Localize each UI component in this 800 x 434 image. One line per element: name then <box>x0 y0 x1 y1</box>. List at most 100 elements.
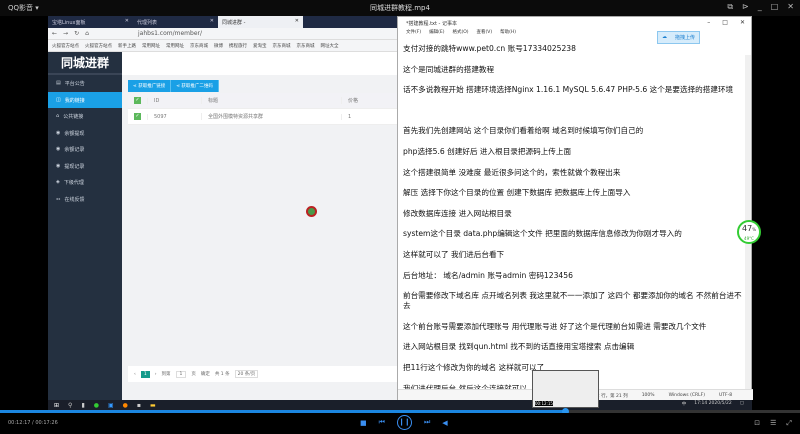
bookmark[interactable]: 网址大全 <box>321 43 339 49</box>
tab-agents[interactable]: 代理列表 ✕ <box>133 16 218 28</box>
menu-view[interactable]: 查看(V) <box>477 29 493 35</box>
pin-icon[interactable]: ⊳ <box>742 2 749 12</box>
sidebar-item-label: 公共链接 <box>63 114 84 120</box>
bookmark[interactable]: 新手上路 <box>118 43 136 49</box>
screenshot-icon[interactable]: ⧉ <box>727 2 733 12</box>
bookmark[interactable]: 京东商城 <box>273 43 291 49</box>
bookmarks-bar: 火狐官方站点 火狐官方站点 新手上路 常用网址 常用网址 京东商城 微博 携程旅行 爱淘宝 京东商… <box>48 40 400 52</box>
sidebar-item-withdraw-log[interactable]: ◉ 提现记录 <box>48 158 122 175</box>
bookmark[interactable]: 京东商城 <box>190 43 208 49</box>
previous-icon[interactable]: ⏮ <box>379 418 385 427</box>
home-icon[interactable]: ⌂ <box>85 30 89 37</box>
bookmark[interactable]: 微博 <box>214 43 223 49</box>
tab-site[interactable]: 同城进群 - ✕ <box>218 16 303 28</box>
menu-edit[interactable]: 编辑(E) <box>429 29 444 35</box>
maximize-icon[interactable]: □ <box>722 19 728 26</box>
zoom-level: 100% <box>641 393 655 398</box>
notepad-window: *搭建教程.txt - 记事本 – □ ✕ 文件(F) 编辑(E) 格式(O) 查看(V) 帮… <box>397 16 753 400</box>
sidebar-item-label: 在线反馈 <box>64 196 85 203</box>
url-field[interactable]: jahbs1.com/member/ <box>138 30 202 37</box>
volume-icon[interactable]: ◀ <box>442 419 447 427</box>
text-line: 进入网站根目录 找到qun.html 找不到的话直接用宝塔搜索 点击编辑 <box>403 342 635 352</box>
playlist-icon[interactable]: ☰ <box>770 419 776 428</box>
sidebar-item-label: 下级代理 <box>63 180 84 186</box>
tab-baota[interactable]: 宝塔Linux面板 ✕ <box>48 16 133 28</box>
confirm-button[interactable]: 确定 <box>201 371 210 377</box>
back-icon[interactable]: ← <box>52 30 57 37</box>
wechat-icon[interactable]: ● <box>94 402 99 409</box>
get-promo-qrcode-button[interactable]: ⋖ 获取推广二维码 <box>171 80 219 92</box>
close-tab-icon[interactable]: ✕ <box>295 18 299 24</box>
chat-icon: ⚏ <box>56 195 61 202</box>
pause-button[interactable]: ❙❙ <box>396 415 412 430</box>
main-content: ⋖ 获取推广链接 ⋖ 获取推广二维码 ✓ ID 标题 价格 ✓ 5097 全国外围模特资源… <box>122 52 400 400</box>
sidebar-item-notice[interactable]: ▤ 平台公告 <box>48 75 122 92</box>
text-line: 这样就可以了 我们进后台看下 <box>403 249 505 259</box>
next-page[interactable]: › <box>155 372 157 377</box>
maximize-icon[interactable]: □ <box>771 2 779 12</box>
page-input[interactable]: 1 <box>175 370 187 378</box>
close-tab-icon[interactable]: ✕ <box>210 18 214 24</box>
per-page-select[interactable]: 20 条/页 <box>234 370 259 378</box>
close-icon[interactable]: ✕ <box>787 2 794 12</box>
forward-icon[interactable]: → <box>63 30 68 37</box>
next-icon[interactable]: ⏭ <box>424 418 430 427</box>
bookmark[interactable]: 爱淘宝 <box>253 43 267 49</box>
bookmark[interactable]: 常用网址 <box>166 43 184 49</box>
menu-help[interactable]: 帮助(H) <box>500 29 516 35</box>
select-all-checkbox[interactable]: ✓ <box>134 97 141 104</box>
app-icon[interactable]: ▪ <box>137 402 141 409</box>
notification-icon[interactable]: ▢ <box>740 401 744 407</box>
sidebar-item-label: 我的链接 <box>64 97 85 104</box>
sidebar-item-feedback[interactable]: ⚏ 在线反馈 <box>48 191 122 208</box>
stop-icon[interactable]: ■ <box>360 419 367 427</box>
menu-file[interactable]: 文件(F) <box>406 29 421 35</box>
bookmark[interactable]: 京东商城 <box>297 43 315 49</box>
video-title: 同城进群教程.mp4 <box>370 4 430 12</box>
table-header: ✓ ID 标题 价格 <box>128 93 400 109</box>
text-line: 前台需要修改下域名库 点开域名列表 我这里就不一一添加了 这四个 都要添加你的域… <box>403 291 742 311</box>
get-promo-link-button[interactable]: ⋖ 获取推广链接 <box>128 80 172 92</box>
sidebar-item-withdraw[interactable]: ◉ 余额提现 <box>48 125 122 142</box>
clock-time: 17:14 <box>694 401 708 406</box>
bookmark[interactable]: 携程旅行 <box>229 43 247 49</box>
drag-upload-button[interactable]: ☁ 拖拽上传 <box>657 31 701 44</box>
close-tab-icon[interactable]: ✕ <box>125 18 129 24</box>
sidebar-item-my-links[interactable]: ◫ 我的链接 <box>48 91 122 108</box>
table-row[interactable]: ✓ 5097 全国外围模特资源共享群 1 <box>128 109 400 125</box>
minimize-icon[interactable]: – <box>707 19 710 26</box>
site-logo: 同城进群 <box>48 52 122 75</box>
fullscreen-icon[interactable]: ⤢ <box>786 419 792 428</box>
bookmark[interactable]: 火狐官方站点 <box>85 43 112 49</box>
clock[interactable]: 17:14 2020/5/22 <box>694 401 731 407</box>
explorer-icon[interactable]: ▬ <box>150 402 156 409</box>
search-icon[interactable]: ⚲ <box>68 402 72 409</box>
toolbox-icon[interactable]: ⊡ <box>754 419 760 428</box>
text-line: 话不多说教程开始 搭建环境选择Nginx 1.16.1 MySQL 5.6.47… <box>403 85 734 95</box>
app-icon[interactable]: ▮ <box>81 402 84 409</box>
sidebar-item-sub-agents[interactable]: ◈ 下级代理 <box>48 174 122 191</box>
ime-indicator[interactable]: 中 <box>682 401 687 407</box>
row-checkbox[interactable]: ✓ <box>134 113 141 120</box>
text-line: 后台地址： 域名/admin 账号admin 密码123456 <box>403 270 573 280</box>
sidebar-item-public-links[interactable]: ⌂ 公共链接 <box>48 108 122 125</box>
sidebar-item-label: 平台公告 <box>64 81 85 87</box>
notepad-text[interactable]: 支付对接的跳特www.pet0.cn 账号17334025238 这个是同城进群的… <box>403 44 743 404</box>
menu-format[interactable]: 格式(O) <box>452 29 468 35</box>
prev-page[interactable]: ‹ <box>134 372 136 377</box>
windows-start-icon[interactable]: ⊞ <box>54 402 59 409</box>
text-line: 这个是同城进群的搭建教程 <box>403 64 495 74</box>
bookmark[interactable]: 火狐官方站点 <box>52 43 79 49</box>
close-icon[interactable]: ✕ <box>740 19 745 26</box>
app-menu[interactable]: QQ影音 ▾ <box>8 3 39 13</box>
page-1[interactable]: 1 <box>140 370 150 378</box>
badge-temp: 49°C <box>744 236 754 241</box>
notepad-app-icon[interactable]: ▣ <box>108 402 114 409</box>
links-table: ✓ ID 标题 价格 ✓ 5097 全国外围模特资源共享群 1 <box>128 93 400 125</box>
reload-icon[interactable]: ↻ <box>74 30 79 37</box>
minimize-icon[interactable]: _ <box>758 2 762 12</box>
notepad-title: *搭建教程.txt - 记事本 <box>406 21 457 27</box>
bookmark[interactable]: 常用网址 <box>142 43 160 49</box>
firefox-icon[interactable]: ● <box>123 402 128 409</box>
sidebar-item-balance-log[interactable]: ◉ 余额记录 <box>48 141 122 158</box>
